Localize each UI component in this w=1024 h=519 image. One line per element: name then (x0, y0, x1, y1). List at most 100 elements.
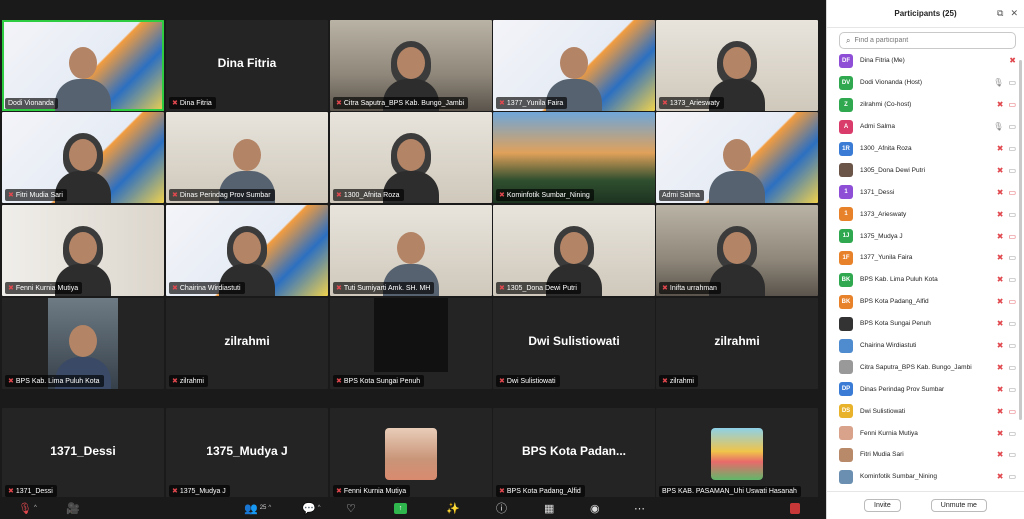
tile-name-label: ✖ Fenni Kurnia Mutiya (333, 485, 411, 497)
video-tile[interactable]: ✖ 1305_Dona Dewi Putri (493, 205, 655, 296)
chevron-up-icon[interactable]: ^ (318, 505, 321, 511)
participant-row[interactable]: 1 1373_Arieswaty ✖ ▭ (827, 203, 1024, 225)
tile-name-text: BPS KAB. PASAMAN_Uhi Uswati Hasanah (662, 488, 797, 495)
tile-name-text: Dwi Sulistiowati (506, 377, 556, 385)
record-button[interactable]: ◉ (590, 500, 600, 516)
mic-muted-icon: ✖ (996, 384, 1004, 394)
video-tile[interactable]: Admi Salma (656, 112, 818, 203)
tile-name-text: 1371_Dessi (15, 487, 53, 495)
camera-icon: ▭ (1008, 384, 1016, 394)
participant-row[interactable]: DV Dodi Vionanda (Host) 🎙 ▭ (827, 72, 1024, 94)
video-tile[interactable]: ✖ BPS Kab. Lima Puluh Kota (2, 298, 164, 389)
mic-muted-icon: ✖ (996, 341, 1004, 351)
video-tile[interactable]: ✖ Chairina Wirdiastuti (166, 205, 328, 296)
stop-video-button[interactable]: 🎥 (66, 500, 80, 516)
participant-row[interactable]: Citra Saputra_BPS Kab. Bungo_Jambi ✖ ▭ (827, 356, 1024, 378)
tile-name-text: Fenni Kurnia Mutiya (15, 284, 79, 292)
participant-row[interactable]: DF Dina Fitria (Me) ✖ (827, 50, 1024, 72)
search-icon: ⌕ (846, 35, 851, 45)
participant-row[interactable]: BK BPS Kab. Lima Puluh Kota ✖ ▭ (827, 269, 1024, 291)
participant-name: Dwi Sulistiowati (860, 407, 906, 415)
close-icon[interactable]: ✕ (1010, 8, 1018, 19)
mic-muted-icon: ✖ (996, 406, 1004, 416)
video-tile[interactable]: Dwi Sulistiowati ✖ Dwi Sulistiowati (493, 298, 655, 389)
participant-search[interactable]: ⌕ (839, 32, 1016, 49)
participant-row[interactable]: Fitri Mudia Sari ✖ ▭ (827, 444, 1024, 466)
video-tile[interactable]: Dodi Vionanda (2, 20, 164, 111)
video-tile[interactable]: ✖ 1373_Arieswaty (656, 20, 818, 111)
mic-muted-icon: ✖ (996, 297, 1004, 307)
mic-muted-icon: ✖ (1009, 56, 1016, 66)
camera-icon: ▭ (1008, 341, 1016, 351)
video-tile[interactable]: BPS Kota Padan... ✖ BPS Kota Padang_Alfid (493, 408, 655, 499)
video-tile[interactable]: Dina Fitria ✖ Dina Fitria (166, 20, 328, 111)
participant-row[interactable]: Fenni Kurnia Mutiya ✖ ▭ (827, 422, 1024, 444)
video-tile[interactable]: 1375_Mudya J ✖ 1375_Mudya J (166, 408, 328, 499)
more-button[interactable]: ⋯ (634, 500, 645, 516)
tile-name-text: 1300_Afnita Roza (343, 191, 400, 199)
video-tile[interactable]: BPS KAB. PASAMAN_Uhi Uswati Hasanah (656, 408, 818, 499)
ai-companion-button[interactable]: ✨ (446, 500, 460, 516)
participant-row[interactable]: 1J 1375_Mudya J ✖ ▭ (827, 225, 1024, 247)
chevron-up-icon[interactable]: ^ (268, 505, 271, 511)
video-tile[interactable]: ✖ Inifta urrahman (656, 205, 818, 296)
chat-button[interactable]: 💬 ^ (302, 500, 321, 516)
video-tile[interactable]: ✖ Fenni Kurnia Mutiya (330, 408, 492, 499)
avatar (839, 338, 853, 353)
chevron-up-icon[interactable]: ^ (34, 505, 37, 511)
react-button[interactable]: ♡ (346, 500, 356, 516)
mute-button[interactable]: 🎙 ^ (18, 500, 37, 516)
unmute-me-button[interactable]: Unmute me (930, 499, 987, 512)
video-tile[interactable]: ✖ BPS Kota Sungai Penuh (330, 298, 492, 389)
popout-icon[interactable]: ⧉ (997, 8, 1003, 19)
participant-name: Dinas Perindag Prov Sumbar (860, 385, 945, 393)
participant-row[interactable]: BK BPS Kota Padang_Alfid ✖ ▭ (827, 291, 1024, 313)
participant-row[interactable]: 1R 1300_Afnita Roza ✖ ▭ (827, 138, 1024, 160)
search-input[interactable] (854, 37, 1005, 44)
info-button[interactable]: ⓘ (496, 500, 507, 516)
mic-muted-icon: ✖ (172, 488, 178, 495)
participant-row[interactable]: 1 1371_Dessi ✖ ▭ (827, 181, 1024, 203)
tile-name-text: Tuti Sumiyarti Amk. SH. MH (343, 284, 431, 292)
video-tile[interactable]: ✖ Kominfotik Sumbar_Nining (493, 112, 655, 203)
tile-display-name: 1375_Mudya J (206, 444, 288, 458)
avatar (385, 427, 437, 480)
participant-name: Chairina Wirdiastuti (860, 342, 917, 350)
participant-row[interactable]: Chairina Wirdiastuti ✖ ▭ (827, 335, 1024, 357)
apps-button[interactable]: ▦ (544, 500, 554, 516)
participant-row[interactable]: Zzilrahmi (Co-host) ✖ ▭ (827, 94, 1024, 116)
camera-off-icon: ▭ (1008, 297, 1016, 307)
participant-list-scrollbar[interactable] (1019, 60, 1022, 420)
video-tile[interactable]: ✖ Tuti Sumiyarti Amk. SH. MH (330, 205, 492, 296)
video-tile[interactable]: ✖ 1377_Yunila Faira (493, 20, 655, 111)
tile-name-text: BPS Kota Padang_Alfid (506, 487, 581, 495)
camera-icon: ▭ (1008, 428, 1016, 438)
tile-name-text: BPS Kota Sungai Penuh (343, 377, 421, 385)
participants-footer: Invite Unmute me (827, 491, 1024, 519)
video-tile[interactable]: zilrahmi ✖ zilrahmi (656, 298, 818, 389)
video-tile[interactable]: ✖ Fitri Mudia Sari (2, 112, 164, 203)
participant-row[interactable]: 1305_Dona Dewi Putri ✖ ▭ (827, 159, 1024, 181)
video-tile[interactable]: ✖ 1300_Afnita Roza (330, 112, 492, 203)
tile-name-text: 1375_Mudya J (179, 487, 226, 495)
participants-button[interactable]: 👥 25 ^ (244, 500, 271, 516)
invite-button[interactable]: Invite (864, 499, 901, 512)
mic-muted-icon: ✖ (996, 100, 1004, 110)
video-tile[interactable]: zilrahmi ✖ zilrahmi (166, 298, 328, 389)
video-tile[interactable]: ✖ Dinas Perindag Prov Sumbar (166, 112, 328, 203)
mic-muted-icon: ✖ (336, 378, 342, 385)
video-tile[interactable]: 1371_Dessi ✖ 1371_Dessi (2, 408, 164, 499)
camera-icon: ▭ (1008, 275, 1016, 285)
leave-button[interactable] (790, 500, 800, 516)
video-tile[interactable]: ✖ Citra Saputra_BPS Kab. Bungo_Jambi (330, 20, 492, 111)
participant-row[interactable]: BPS Kota Sungai Penuh ✖ ▭ (827, 313, 1024, 335)
participant-row[interactable]: DS Dwi Sulistiowati ✖ ▭ (827, 400, 1024, 422)
participant-row[interactable]: A Admi Salma 🎙 ▭ (827, 116, 1024, 138)
participant-row[interactable]: Kominfotik Sumbar_Nining ✖ ▭ (827, 466, 1024, 488)
participant-row[interactable]: 1F 1377_Yunila Faira ✖ ▭ (827, 247, 1024, 269)
tile-name-label: ✖ zilrahmi (169, 375, 208, 387)
participants-panel: Participants (25) ⧉ ✕ ⌕ DF Dina Fitria (M… (826, 0, 1024, 519)
share-button[interactable]: ↑ (394, 500, 407, 516)
participant-row[interactable]: DP Dinas Perindag Prov Sumbar ✖ ▭ (827, 378, 1024, 400)
video-tile[interactable]: ✖ Fenni Kurnia Mutiya (2, 205, 164, 296)
